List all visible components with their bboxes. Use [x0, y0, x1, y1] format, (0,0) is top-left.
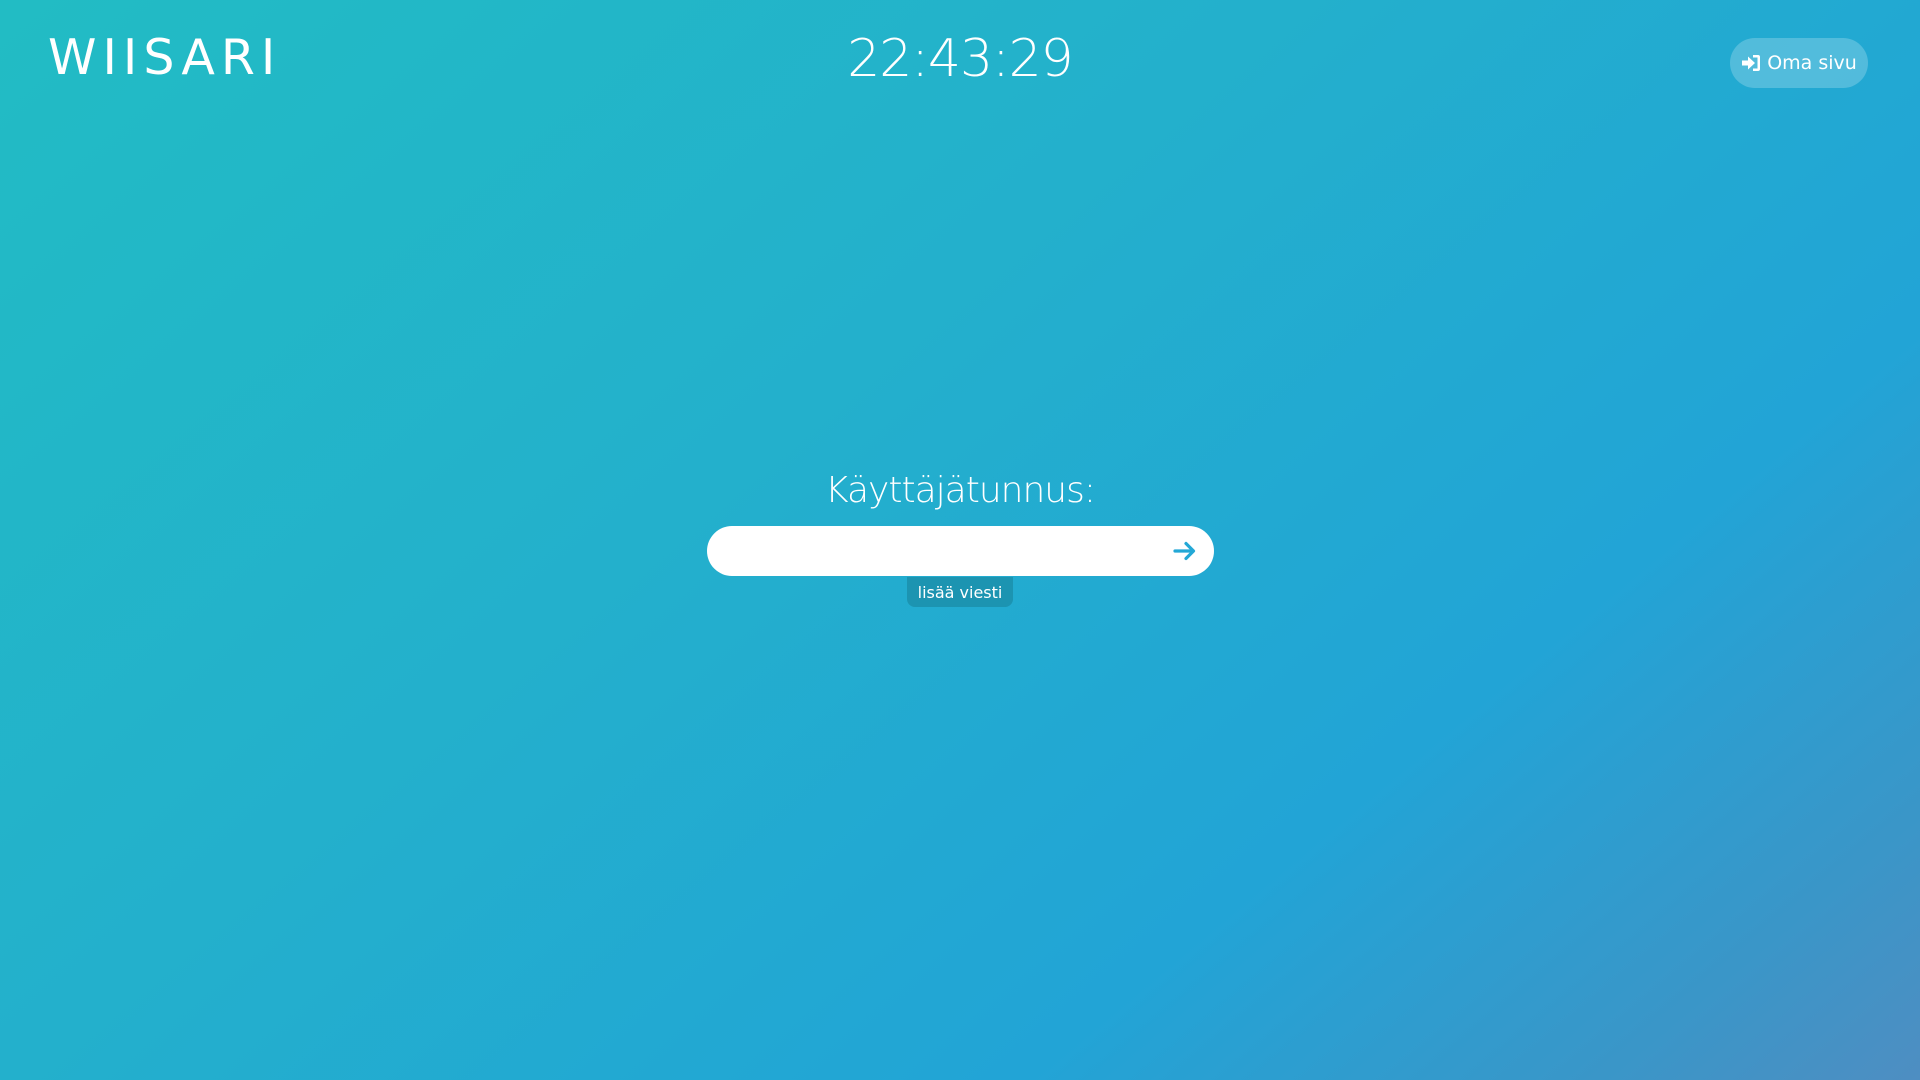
arrow-right-icon[interactable]: [1172, 539, 1198, 563]
login-form: Käyttäjätunnus: lisää viesti: [0, 466, 1920, 607]
username-heading: Käyttäjätunnus:: [825, 470, 1096, 511]
add-message-button[interactable]: lisää viesti: [906, 577, 1014, 607]
sign-in-icon: [1741, 53, 1762, 73]
own-page-label: Oma sivu: [1767, 52, 1857, 74]
clock-display: 22:43:29: [847, 29, 1074, 89]
own-page-button[interactable]: Oma sivu: [1730, 38, 1868, 88]
username-field-container: [706, 526, 1214, 576]
username-input[interactable]: [706, 526, 1147, 576]
